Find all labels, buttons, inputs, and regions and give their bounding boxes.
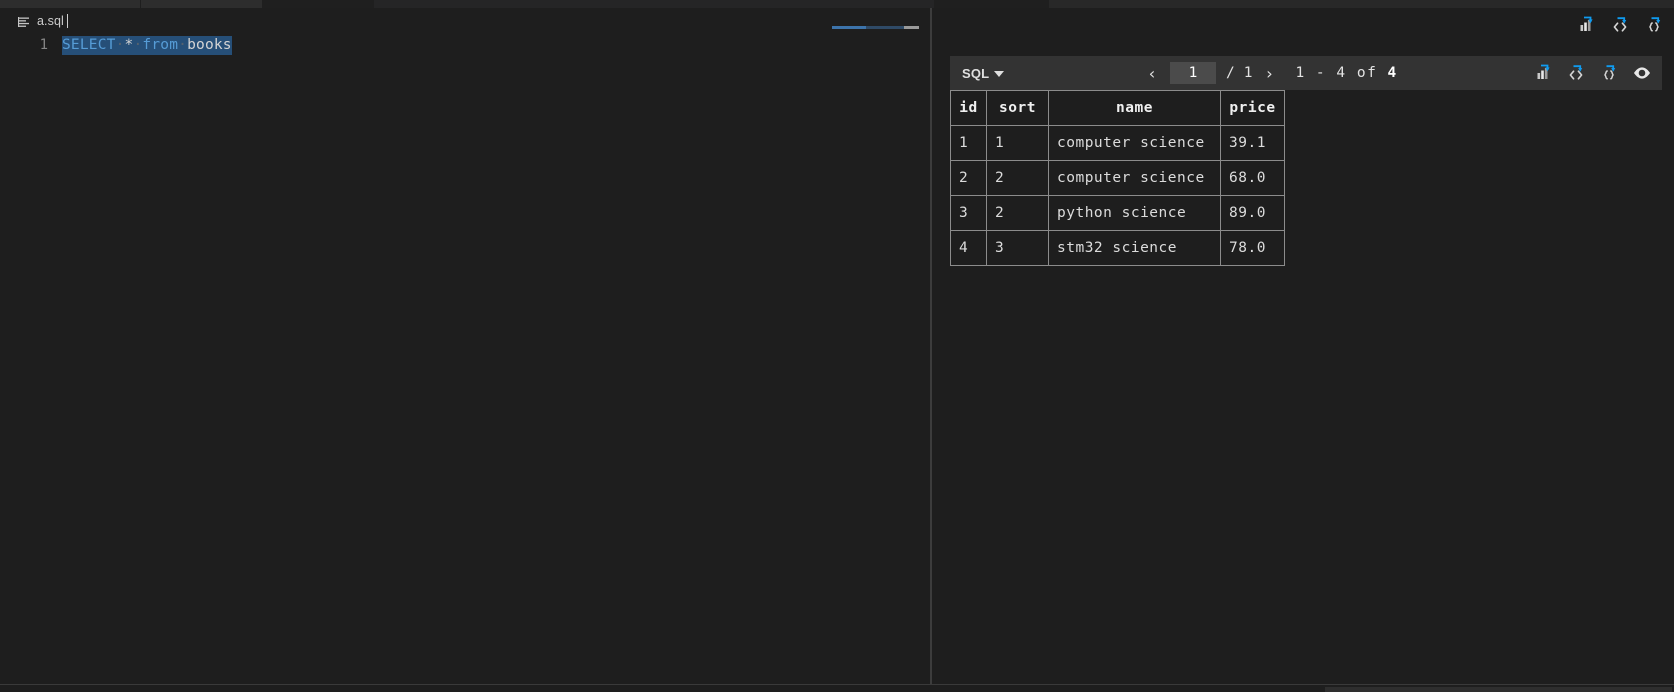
tab-strip-segment[interactable] — [0, 0, 140, 8]
tab-strip-segment[interactable] — [934, 0, 1049, 8]
cell-name[interactable]: python science — [1049, 196, 1221, 231]
table-row[interactable]: 4 3 stm32 science 78.0 — [951, 231, 1285, 266]
result-mode-label: SQL — [962, 66, 989, 81]
tab-strip-segment[interactable] — [140, 0, 262, 8]
cell-sort[interactable]: 3 — [987, 231, 1049, 266]
breadcrumb-label[interactable]: a.sql — [37, 14, 64, 28]
editor-pane[interactable]: a.sql 1 SELECT·*·from·books — [0, 8, 930, 684]
cell-sort[interactable]: 2 — [987, 196, 1049, 231]
next-page-button[interactable]: › — [1257, 64, 1281, 83]
text-cursor — [67, 14, 68, 28]
token-space: · — [178, 37, 187, 53]
column-header-sort[interactable]: sort — [987, 91, 1049, 126]
cell-price[interactable]: 68.0 — [1221, 161, 1285, 196]
token-keyword: from — [142, 37, 178, 53]
results-top-toolbar — [1576, 12, 1664, 38]
tab-strip-segment — [1049, 0, 1674, 8]
export-json-icon[interactable] — [1644, 15, 1664, 35]
status-bar-widget[interactable] — [1325, 687, 1672, 692]
export-chart-icon[interactable] — [1576, 15, 1596, 35]
table-row[interactable]: 1 1 computer science 39.1 — [951, 126, 1285, 161]
cell-sort[interactable]: 2 — [987, 161, 1049, 196]
editor-minimap[interactable] — [830, 8, 930, 684]
line-number: 1 — [0, 37, 62, 53]
app-root: a.sql 1 SELECT·*·from·books — [0, 0, 1674, 692]
table-row[interactable]: 3 2 python science 89.0 — [951, 196, 1285, 231]
row-range-total: 4 — [1388, 65, 1398, 81]
breadcrumb[interactable]: a.sql — [18, 10, 68, 32]
sql-file-icon — [18, 16, 31, 29]
code-line-text[interactable]: SELECT·*·from·books — [62, 37, 232, 53]
token-space: · — [116, 37, 125, 53]
column-header-id[interactable]: id — [951, 91, 987, 126]
cell-id[interactable]: 3 — [951, 196, 987, 231]
result-table-head: id sort name price — [951, 91, 1285, 126]
cell-id[interactable]: 2 — [951, 161, 987, 196]
row-range-prefix: 1 - 4 of — [1295, 65, 1387, 81]
table-header-row: id sort name price — [951, 91, 1285, 126]
preview-eye-icon[interactable] — [1632, 63, 1652, 83]
column-header-name[interactable]: name — [1049, 91, 1221, 126]
cell-name[interactable]: stm32 science — [1049, 231, 1221, 266]
result-pager: ‹ / 1 › 1 - 4 of 4 — [1140, 62, 1398, 84]
tab-strip-segment[interactable] — [262, 0, 374, 8]
cell-id[interactable]: 1 — [951, 126, 987, 161]
export-xml-icon[interactable] — [1610, 15, 1630, 35]
result-box: SQL ‹ / 1 › 1 - 4 of 4 — [950, 56, 1662, 266]
cell-sort[interactable]: 1 — [987, 126, 1049, 161]
tab-strip-segment[interactable] — [374, 0, 934, 8]
export-json-icon[interactable] — [1599, 63, 1619, 83]
cell-name[interactable]: computer science — [1049, 126, 1221, 161]
code-line[interactable]: 1 SELECT·*·from·books — [0, 34, 930, 55]
page-separator: / — [1226, 65, 1236, 81]
minimap-code-line — [832, 26, 904, 29]
cell-price[interactable]: 78.0 — [1221, 231, 1285, 266]
result-header-icons — [1533, 63, 1652, 83]
column-header-price[interactable]: price — [1221, 91, 1285, 126]
chevron-down-icon — [994, 71, 1004, 77]
cell-name[interactable]: computer science — [1049, 161, 1221, 196]
token-identifier: books — [187, 37, 232, 53]
row-range-label: 1 - 4 of 4 — [1295, 65, 1397, 81]
table-row[interactable]: 2 2 computer science 68.0 — [951, 161, 1285, 196]
result-mode-dropdown[interactable]: SQL — [962, 66, 1004, 81]
page-number-input[interactable] — [1170, 62, 1216, 84]
minimap-slider[interactable] — [904, 26, 919, 29]
result-table[interactable]: id sort name price 1 1 computer science … — [950, 90, 1285, 266]
tab-strip — [0, 0, 1674, 8]
prev-page-button[interactable]: ‹ — [1140, 64, 1164, 83]
total-pages: 1 — [1244, 65, 1254, 81]
result-header: SQL ‹ / 1 › 1 - 4 of 4 — [950, 56, 1662, 90]
export-chart-icon[interactable] — [1533, 63, 1553, 83]
result-table-body: 1 1 computer science 39.1 2 2 computer s… — [951, 126, 1285, 266]
results-pane: SQL ‹ / 1 › 1 - 4 of 4 — [932, 8, 1674, 684]
cell-price[interactable]: 39.1 — [1221, 126, 1285, 161]
export-xml-icon[interactable] — [1566, 63, 1586, 83]
cell-id[interactable]: 4 — [951, 231, 987, 266]
code-area[interactable]: 1 SELECT·*·from·books — [0, 34, 930, 684]
cell-price[interactable]: 89.0 — [1221, 196, 1285, 231]
token-keyword: SELECT — [62, 37, 116, 53]
